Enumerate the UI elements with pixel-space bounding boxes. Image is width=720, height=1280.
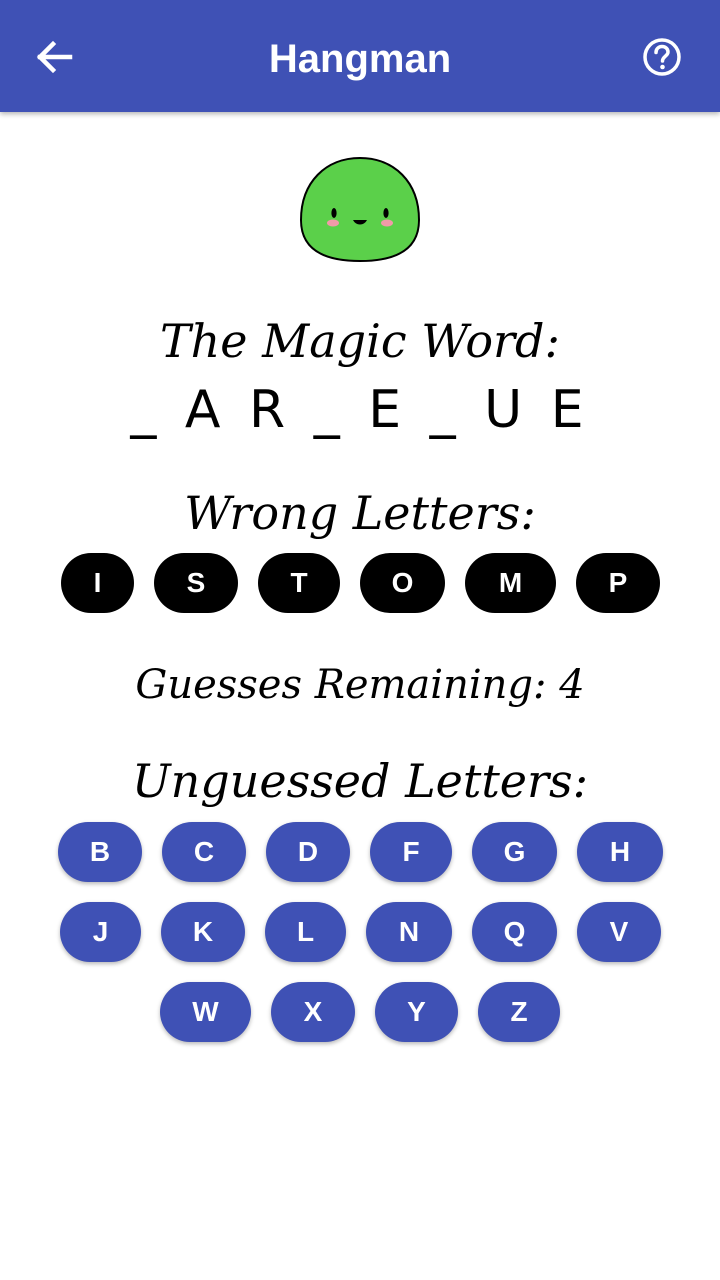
green-blob-mascot xyxy=(299,156,421,263)
letter-key-k[interactable]: K xyxy=(161,902,245,962)
mascot-image xyxy=(299,156,421,264)
magic-word-label: The Magic Word: xyxy=(159,314,560,368)
wrong-letters-label: Wrong Letters: xyxy=(184,486,536,540)
wrong-letter-s: S xyxy=(154,553,238,613)
unguessed-letters-label: Unguessed Letters: xyxy=(131,754,589,808)
help-button[interactable] xyxy=(632,27,692,87)
wrong-letter-t: T xyxy=(258,553,340,613)
letter-key-v[interactable]: V xyxy=(577,902,661,962)
letter-key-q[interactable]: Q xyxy=(472,902,557,962)
app-bar: Hangman xyxy=(0,0,720,112)
letter-key-c[interactable]: C xyxy=(162,822,246,882)
letter-key-f[interactable]: F xyxy=(370,822,452,882)
magic-word: _ A R _ E _ U E xyxy=(130,380,590,440)
letter-key-z[interactable]: Z xyxy=(478,982,560,1042)
letter-key-x[interactable]: X xyxy=(271,982,355,1042)
letter-key-l[interactable]: L xyxy=(265,902,346,962)
app-title: Hangman xyxy=(268,37,452,81)
letter-key-n[interactable]: N xyxy=(366,902,452,962)
letter-key-y[interactable]: Y xyxy=(375,982,458,1042)
letter-key-j[interactable]: J xyxy=(60,902,141,962)
letter-key-g[interactable]: G xyxy=(472,822,557,882)
guesses-remaining: Guesses Remaining: 4 xyxy=(135,662,585,708)
letter-key-w[interactable]: W xyxy=(160,982,251,1042)
wrong-letter-i: I xyxy=(61,553,134,613)
help-circle-icon xyxy=(643,38,681,76)
letter-key-b[interactable]: B xyxy=(58,822,142,882)
wrong-letter-o: O xyxy=(360,553,445,613)
letter-key-d[interactable]: D xyxy=(266,822,350,882)
wrong-letter-p: P xyxy=(576,553,660,613)
wrong-letter-m: M xyxy=(465,553,556,613)
letter-key-h[interactable]: H xyxy=(577,822,663,882)
